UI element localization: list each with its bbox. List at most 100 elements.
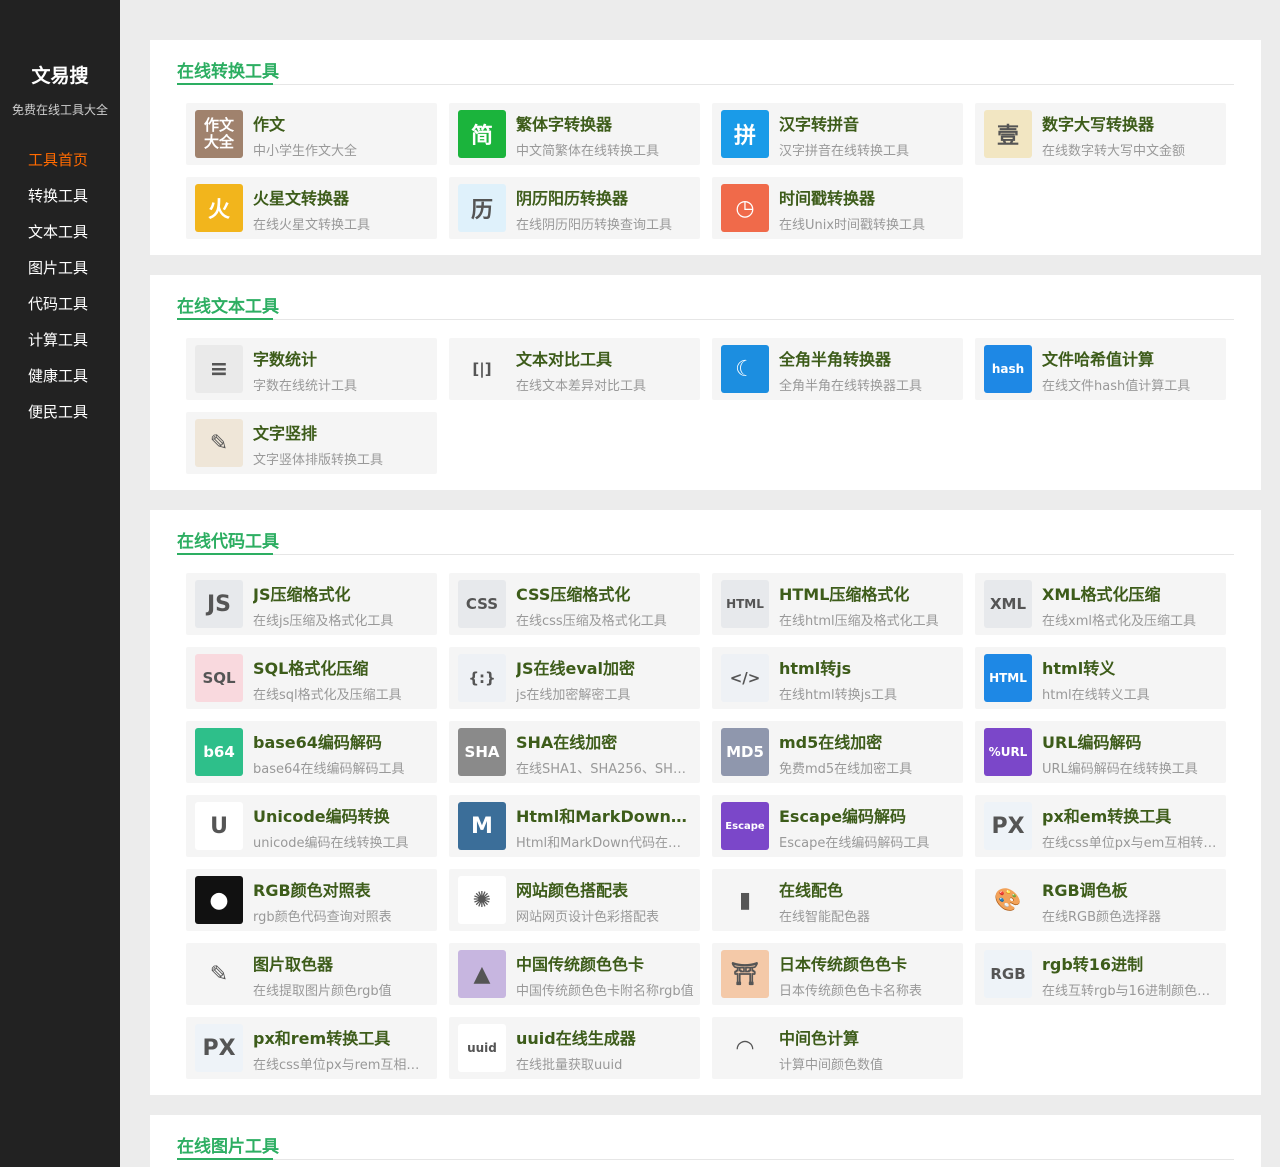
tool-card-title[interactable]: RGB调色板: [1042, 877, 1220, 901]
tool-card-title[interactable]: html转义: [1042, 655, 1220, 679]
moon-icon: ☾: [721, 345, 769, 393]
tool-card[interactable]: uuid uuid在线生成器 在线批量获取uuid: [449, 1017, 700, 1079]
tool-card-title[interactable]: 字数统计: [253, 346, 431, 370]
tool-card[interactable]: ✺ 网站颜色搭配表 网站网页设计色彩搭配表: [449, 869, 700, 931]
tool-card[interactable]: XML XML格式化压缩 在线xml格式化及压缩工具: [975, 573, 1226, 635]
tool-card[interactable]: CSS CSS压缩格式化 在线css压缩及格式化工具: [449, 573, 700, 635]
tool-card-title[interactable]: px和em转换工具: [1042, 803, 1220, 827]
tool-card-title[interactable]: JS在线eval加密: [516, 655, 694, 679]
tool-card[interactable]: JS JS压缩格式化 在线js压缩及格式化工具: [186, 573, 437, 635]
tool-card[interactable]: ✎ 文字竖排文字竖体排版转换工具: [186, 412, 437, 474]
tool-card[interactable]: HTML html转义 html在线转义工具: [975, 647, 1226, 709]
nav-item-code[interactable]: 代码工具: [0, 290, 120, 326]
tool-card[interactable]: PX px和rem转换工具在线css单位px与rem互相转换工具: [186, 1017, 437, 1079]
tool-card-title[interactable]: 图片取色器: [253, 951, 431, 975]
tool-card[interactable]: MD5 md5在线加密 免费md5在线加密工具: [712, 721, 963, 783]
nav-item-image[interactable]: 图片工具: [0, 254, 120, 290]
tool-card-title[interactable]: 中国传统颜色色卡: [516, 951, 694, 975]
tool-card-title[interactable]: 火星文转换器: [253, 185, 431, 209]
tool-card[interactable]: Escape Escape编码解码 Escape在线编码解码工具: [712, 795, 963, 857]
tool-card-title[interactable]: Escape编码解码: [779, 803, 957, 827]
tool-card-title[interactable]: uuid在线生成器: [516, 1025, 694, 1049]
tool-card-title[interactable]: px和rem转换工具: [253, 1025, 431, 1049]
tool-card-title[interactable]: URL编码解码: [1042, 729, 1220, 753]
tool-card-desc: 文字竖体排版转换工具: [253, 453, 384, 468]
section-title-underline: [177, 1158, 273, 1160]
tool-card[interactable]: ▮ 在线配色 在线智能配色器: [712, 869, 963, 931]
tool-card-title[interactable]: rgb转16进制: [1042, 951, 1220, 975]
tool-card-title[interactable]: JS压缩格式化: [253, 581, 431, 605]
tool-card[interactable]: ● RGB颜色对照表 rgb颜色代码查询对照表: [186, 869, 437, 931]
tool-card[interactable]: ≡ 字数统计字数在线统计工具: [186, 338, 437, 400]
tool-card[interactable]: 历阴历阳历转换器 在线阴历阳历转换查询工具: [449, 177, 700, 239]
tool-card[interactable]: SHA SHA在线加密在线SHA1、SHA256、SHA512、SHA3加密工具: [449, 721, 700, 783]
tool-card-title[interactable]: base64编码解码: [253, 729, 431, 753]
nav-item-health[interactable]: 健康工具: [0, 362, 120, 398]
tool-card[interactable]: </> html转js 在线html转换js工具: [712, 647, 963, 709]
tool-card[interactable]: {:} JS在线eval加密 js在线加密解密工具: [449, 647, 700, 709]
tool-card[interactable]: %URL URL编码解码 URL编码解码在线转换工具: [975, 721, 1226, 783]
tool-card[interactable]: U Unicode编码转换 unicode编码在线转换工具: [186, 795, 437, 857]
tool-card-title[interactable]: 数字大写转换器: [1042, 111, 1220, 135]
tool-card-title[interactable]: 在线配色: [779, 877, 957, 901]
tool-card[interactable]: ✎ 图片取色器 在线提取图片颜色rgb值: [186, 943, 437, 1005]
site-logo-title[interactable]: 文易搜: [0, 61, 120, 88]
nav-item-text[interactable]: 文本工具: [0, 218, 120, 254]
tool-card[interactable]: M Html和MarkDown转换 Html和MarkDown代码在线转换工具: [449, 795, 700, 857]
tool-card[interactable]: RGB rgb转16进制在线互转rgb与16进制颜色代码工具: [975, 943, 1226, 1005]
tool-card-desc: 在线数字转大写中文金额: [1042, 144, 1186, 159]
tool-card-title[interactable]: Unicode编码转换: [253, 803, 431, 827]
tool-card-title[interactable]: 作文: [253, 111, 431, 135]
tool-card[interactable]: ▲ 中国传统颜色色卡 中国传统颜色色卡附名称rgb值: [449, 943, 700, 1005]
tool-card-title[interactable]: 文件哈希值计算: [1042, 346, 1220, 370]
tool-card-title[interactable]: SHA在线加密: [516, 729, 694, 753]
tool-card[interactable]: hash 文件哈希值计算 在线文件hash值计算工具: [975, 338, 1226, 400]
nav-item-calc[interactable]: 计算工具: [0, 326, 120, 362]
tool-card[interactable]: 火火星文转换器 在线火星文转换工具: [186, 177, 437, 239]
tool-card-title[interactable]: XML格式化压缩: [1042, 581, 1220, 605]
nav-item-life[interactable]: 便民工具: [0, 398, 120, 434]
tool-card[interactable]: ◷ 时间戳转换器 在线Unix时间戳转换工具: [712, 177, 963, 239]
html-escape-icon: HTML: [984, 654, 1032, 702]
tool-card-title[interactable]: Html和MarkDown转换: [516, 803, 694, 827]
tool-card-title[interactable]: html转js: [779, 655, 957, 679]
nav-item-convert[interactable]: 转换工具: [0, 182, 120, 218]
tool-card[interactable]: PX px和em转换工具在线css单位px与em互相转换工具: [975, 795, 1226, 857]
vertical-text-icon: ✎: [195, 419, 243, 467]
tool-card-title[interactable]: 全角半角转换器: [779, 346, 957, 370]
tool-card[interactable]: [|] 文本对比工具 在线文本差异对比工具: [449, 338, 700, 400]
tool-card[interactable]: ☾ 全角半角转换器 全角半角在线转换器工具: [712, 338, 963, 400]
tool-card[interactable]: 壹数字大写转换器 在线数字转大写中文金额: [975, 103, 1226, 165]
tool-card-title[interactable]: 繁体字转换器: [516, 111, 694, 135]
sha-icon: SHA: [458, 728, 506, 776]
tool-card[interactable]: ◠ 中间色计算 计算中间颜色数值: [712, 1017, 963, 1079]
tool-card[interactable]: 作文 大全 作文 中小学生作文大全: [186, 103, 437, 165]
tool-card[interactable]: b64 base64编码解码 base64在线编码解码工具: [186, 721, 437, 783]
tool-card-desc: 字数在线统计工具: [253, 379, 358, 394]
tool-card-title[interactable]: 汉字转拼音: [779, 111, 957, 135]
sql-icon: SQL: [195, 654, 243, 702]
tool-card-title[interactable]: RGB颜色对照表: [253, 877, 431, 901]
tool-card-title[interactable]: 日本传统颜色色卡: [779, 951, 957, 975]
tool-card-title[interactable]: 网站颜色搭配表: [516, 877, 694, 901]
md5-icon: MD5: [721, 728, 769, 776]
tool-card[interactable]: 拼汉字转拼音 汉字拼音在线转换工具: [712, 103, 963, 165]
tool-card[interactable]: ⛩ 日本传统颜色色卡 日本传统颜色色卡名称表: [712, 943, 963, 1005]
tool-card-title[interactable]: 文本对比工具: [516, 346, 694, 370]
tool-card[interactable]: HTML HTML压缩格式化 在线html压缩及格式化工具: [712, 573, 963, 635]
tool-card-title[interactable]: SQL格式化压缩: [253, 655, 431, 679]
tool-card[interactable]: SQL SQL格式化压缩 在线sql格式化及压缩工具: [186, 647, 437, 709]
word-count-icon: ≡: [195, 345, 243, 393]
tool-card-title[interactable]: HTML压缩格式化: [779, 581, 957, 605]
tool-card-title[interactable]: 中间色计算: [779, 1025, 957, 1049]
nav-item-home[interactable]: 工具首页: [0, 146, 120, 182]
tool-card-desc: 在线js压缩及格式化工具: [253, 614, 394, 629]
tool-card-title[interactable]: CSS压缩格式化: [516, 581, 694, 605]
tool-card-title[interactable]: 文字竖排: [253, 420, 431, 444]
tool-card-title[interactable]: 时间戳转换器: [779, 185, 957, 209]
rgb-table-icon: ●: [195, 876, 243, 924]
tool-card-title[interactable]: 阴历阳历转换器: [516, 185, 694, 209]
tool-card-title[interactable]: md5在线加密: [779, 729, 957, 753]
tool-card[interactable]: 🎨 RGB调色板 在线RGB颜色选择器: [975, 869, 1226, 931]
tool-card[interactable]: 简繁体字转换器 中文简繁体在线转换工具: [449, 103, 700, 165]
